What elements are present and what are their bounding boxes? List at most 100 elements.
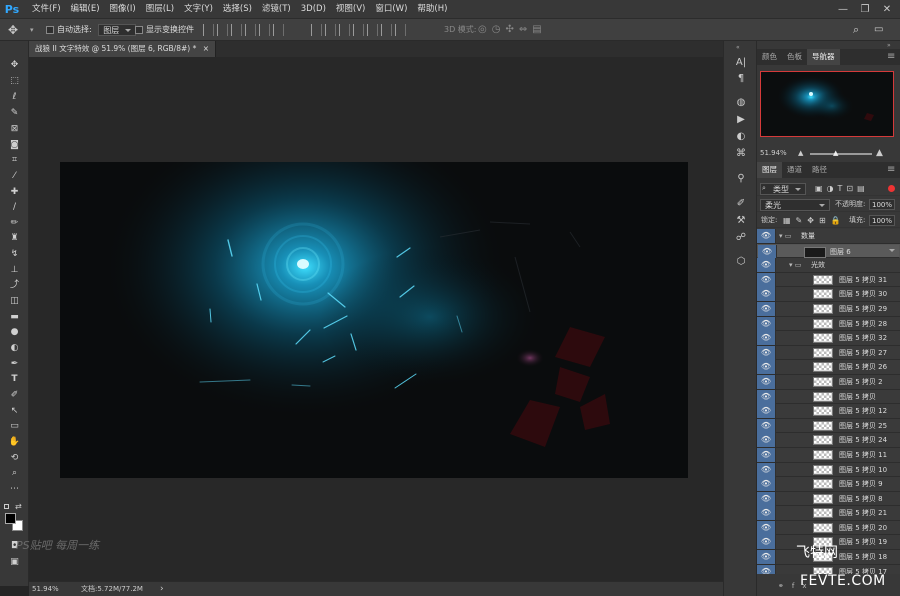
workspace-icon[interactable]: ▭ <box>874 19 883 41</box>
align-bottom-icon[interactable] <box>231 24 242 36</box>
brush-tool-icon[interactable]: ∕ <box>5 200 24 214</box>
rotate-view-tool-icon[interactable]: ⟲ <box>5 451 24 465</box>
zoom-in-icon[interactable]: ▲ <box>876 147 883 159</box>
visibility-eye-icon[interactable]: 👁 <box>757 433 776 448</box>
layer-row[interactable]: 👁 图层 6 <box>757 243 900 259</box>
tool-preset-chevron-icon[interactable]: ▾ <box>30 19 34 41</box>
healing-brush-tool-icon[interactable]: ✚ <box>5 185 24 199</box>
menu-window[interactable]: 窗口(W) <box>370 0 412 19</box>
visibility-eye-icon[interactable]: 👁 <box>757 374 776 389</box>
path-select-tool-icon[interactable]: ✐ <box>5 388 24 402</box>
opacity-input[interactable]: 100% <box>869 199 896 210</box>
visibility-eye-icon[interactable]: 👁 <box>757 520 776 535</box>
status-zoom[interactable]: 51.94% <box>32 582 59 596</box>
layer-row[interactable]: 👁 图层 5 拷贝 30 <box>757 287 900 302</box>
info-panel-icon[interactable]: ⚲ <box>732 172 750 186</box>
zoom-out-icon[interactable]: ▲ <box>798 148 803 158</box>
menu-view[interactable]: 视图(V) <box>331 0 370 19</box>
layer-row[interactable]: 👁 图层 5 拷贝 32 <box>757 331 900 346</box>
visibility-eye-icon[interactable]: 👁 <box>757 447 776 462</box>
camera-tool-icon[interactable]: ◙ <box>5 138 24 152</box>
clone-source-icon[interactable]: ⚒ <box>732 214 750 228</box>
visibility-eye-icon[interactable]: 👁 <box>757 331 776 346</box>
layer-bottom-icons[interactable]: ⚭fx <box>778 582 814 590</box>
close-tab-icon[interactable]: × <box>203 44 209 53</box>
auto-align-icon[interactable] <box>395 24 406 36</box>
pencil-tool-icon[interactable]: ✏ <box>5 216 24 230</box>
blur-tool-icon[interactable]: ● <box>5 325 24 339</box>
menu-filter[interactable]: 滤镜(T) <box>257 0 296 19</box>
menu-3d[interactable]: 3D(D) <box>296 0 331 19</box>
layer-group-row[interactable]: 👁 ▾ ▭ 光效 <box>757 258 900 273</box>
align-vcenter-icon[interactable] <box>217 24 228 36</box>
history-brush-tool-icon[interactable]: ↯ <box>5 247 24 261</box>
layer-row[interactable]: 👁 图层 5 拷贝 12 <box>757 404 900 419</box>
folder-icon[interactable]: ▾ ▭ <box>779 229 791 243</box>
visibility-eye-icon[interactable]: 👁 <box>757 360 776 375</box>
visibility-eye-icon[interactable]: 👁 <box>757 535 776 550</box>
distribute-vcenter-icon[interactable] <box>325 24 336 36</box>
layer-row[interactable]: 👁 图层 5 拷贝 26 <box>757 360 900 375</box>
visibility-eye-icon[interactable]: 👁 <box>757 301 776 316</box>
hand-tool-icon[interactable]: ✋ <box>5 435 24 449</box>
layer-row[interactable]: 👁 图层 5 拷贝 31 <box>757 272 900 288</box>
layer-group-row[interactable]: 👁 ▾ ▭ 数量 <box>757 229 900 244</box>
visibility-eye-icon[interactable]: 👁 <box>757 462 776 477</box>
menu-help[interactable]: 帮助(H) <box>412 0 452 19</box>
menu-edit[interactable]: 编辑(E) <box>66 0 105 19</box>
menu-file[interactable]: 文件(F) <box>27 0 66 19</box>
layers-menu-icon[interactable]: ≡ <box>887 164 895 176</box>
menu-type[interactable]: 文字(Y) <box>179 0 218 19</box>
layer-row[interactable]: 👁 图层 5 拷贝 10 <box>757 462 900 478</box>
character-panel-icon[interactable]: A| <box>732 56 750 70</box>
frame-tool-icon[interactable]: ⊠ <box>5 122 24 136</box>
align-right-icon[interactable] <box>273 24 284 36</box>
distribute-top-icon[interactable] <box>311 24 322 36</box>
status-arrow-icon[interactable]: › <box>160 582 164 596</box>
tool-presets-icon[interactable]: ☍ <box>732 231 750 245</box>
move-tool-icon[interactable]: ✥ <box>8 19 18 41</box>
menu-select[interactable]: 选择(S) <box>218 0 257 19</box>
visibility-eye-icon[interactable]: 👁 <box>757 258 776 273</box>
eyedropper-tool-icon[interactable]: ⁄ <box>5 169 24 183</box>
visibility-eye-icon[interactable]: 👁 <box>757 491 776 506</box>
navigator-zoom-value[interactable]: 51.94% <box>760 147 787 159</box>
layer-row[interactable]: 👁 图层 5 拷贝 28 <box>757 316 900 332</box>
stamp-tool-icon[interactable]: ⊥ <box>5 263 24 277</box>
folder-icon[interactable]: ▾ ▭ <box>789 258 801 272</box>
visibility-eye-icon[interactable]: 👁 <box>757 389 776 404</box>
layer-row[interactable]: 👁 图层 5 拷贝 21 <box>757 506 900 521</box>
visibility-eye-icon[interactable]: 👁 <box>757 404 776 419</box>
gradient-tool-icon[interactable]: ▬ <box>5 310 24 324</box>
menu-layer[interactable]: 图层(L) <box>141 0 179 19</box>
properties-panel-icon[interactable]: ⌘ <box>732 147 750 161</box>
3d-panel-icon[interactable]: ⬡ <box>732 255 750 269</box>
minimize-button[interactable]: — <box>832 0 854 19</box>
align-top-icon[interactable] <box>203 24 214 36</box>
navigator-thumbnail[interactable] <box>760 71 894 137</box>
screen-mode-icon[interactable]: ▣ <box>5 555 24 569</box>
more-tools-icon[interactable]: ⋯ <box>5 482 24 496</box>
visibility-eye-icon[interactable]: 👁 <box>757 477 776 492</box>
distribute-hcenter-icon[interactable] <box>367 24 378 36</box>
actions-panel-icon[interactable]: ▶ <box>732 113 750 127</box>
lock-icons[interactable]: ▦✎✥⊞🔒 <box>783 213 846 228</box>
distribute-right-icon[interactable] <box>381 24 392 36</box>
libraries-panel-icon[interactable]: ◍ <box>732 96 750 110</box>
art-history-tool-icon[interactable]: ⤴ <box>5 278 24 292</box>
tab-paths[interactable]: 路径 <box>807 162 832 178</box>
tab-color[interactable]: 颜色 <box>757 49 782 65</box>
menu-image[interactable]: 图像(I) <box>105 0 141 19</box>
show-transform-option[interactable]: 显示变换控件 <box>135 19 194 41</box>
visibility-eye-icon[interactable]: 👁 <box>757 316 776 331</box>
zoom-tool-icon[interactable]: ⌕ <box>5 466 24 480</box>
auto-select-dropdown[interactable]: 图层 <box>98 23 137 36</box>
search-icon[interactable]: ⌕ <box>853 19 859 41</box>
rectangle-tool-icon[interactable]: ▭ <box>5 419 24 433</box>
clone-stamp-tool-icon[interactable]: ♜ <box>5 231 24 245</box>
visibility-eye-icon[interactable]: 👁 <box>758 244 777 259</box>
lasso-tool-icon[interactable]: ℓ <box>5 90 24 104</box>
show-transform-checkbox[interactable] <box>135 25 143 34</box>
foreground-color-swatch[interactable] <box>5 513 16 524</box>
auto-select-option[interactable]: 自动选择: 图层 <box>46 19 137 41</box>
